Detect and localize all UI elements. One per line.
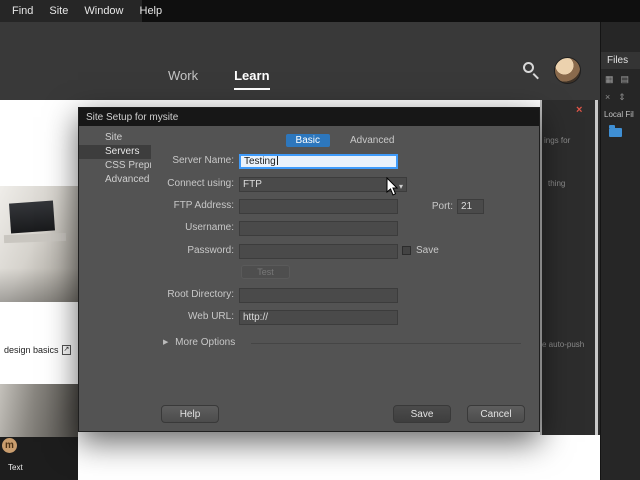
more-options-label: More Options	[175, 337, 235, 348]
search-icon[interactable]	[523, 62, 534, 73]
page-photo-keyboard	[0, 384, 78, 437]
app-menubar: Find Site Window Help	[0, 0, 640, 22]
connect-using-label: Connect using:	[99, 177, 234, 191]
laptop-base-shape	[4, 233, 66, 243]
username-input[interactable]	[239, 221, 398, 236]
menubar-items: Find Site Window Help	[0, 0, 142, 22]
panel-list-icon[interactable]: ▤	[621, 74, 630, 85]
more-options-toggle[interactable]: ▶ More Options	[163, 337, 235, 348]
panel-grid-icon[interactable]: ▦	[605, 74, 614, 85]
port-input[interactable]	[457, 199, 484, 214]
save-password-checkbox[interactable]	[402, 246, 411, 255]
local-files-label: Local Fil	[604, 110, 640, 119]
panel-edge	[540, 100, 542, 435]
server-name-value: Testing	[244, 156, 276, 167]
site-logo: m	[2, 438, 17, 453]
help-button[interactable]: Help	[161, 405, 219, 423]
dialog-title: Site Setup for mysite	[86, 112, 178, 123]
ftp-address-label: FTP Address:	[99, 199, 234, 213]
menu-find[interactable]: Find	[0, 5, 41, 17]
text-caret	[277, 156, 278, 165]
divider	[251, 343, 521, 344]
port-label: Port:	[409, 199, 453, 214]
laptop-screen-shape	[9, 201, 55, 234]
save-button[interactable]: Save	[393, 405, 451, 423]
dialog-sidebar: Site Servers CSS Prepro Advanced	[79, 126, 151, 431]
connect-using-select[interactable]: FTP ▾	[239, 177, 407, 192]
password-input[interactable]	[239, 244, 398, 259]
avatar[interactable]	[554, 57, 581, 84]
menu-site[interactable]: Site	[41, 5, 76, 17]
panel-expand-icon[interactable]: ⇕	[618, 92, 626, 103]
root-directory-label: Root Directory:	[99, 288, 234, 302]
disclosure-triangle-icon: ▶	[163, 339, 168, 346]
screen: Find Site Window Help Work Learn design …	[0, 0, 640, 480]
panel-text-fragment: thing	[548, 179, 565, 188]
site-setup-dialog: Site Setup for mysite Site Servers CSS P…	[78, 107, 540, 432]
panel-text-fragment: e auto-push	[542, 340, 584, 349]
root-directory-input[interactable]	[239, 288, 398, 303]
server-name-label: Server Name:	[99, 154, 234, 168]
files-panel: Files ▦ ▤ × ⇕ Local Fil	[600, 22, 640, 480]
panel-close-icon[interactable]: ×	[576, 104, 582, 116]
dialog-titlebar[interactable]: Site Setup for mysite	[79, 108, 539, 126]
menu-help[interactable]: Help	[132, 5, 171, 17]
page-photo-laptop	[0, 186, 78, 302]
test-button[interactable]: Test	[241, 265, 290, 279]
password-label: Password:	[99, 244, 234, 258]
folder-icon[interactable]	[609, 128, 622, 137]
start-screen-header: Work Learn	[0, 22, 600, 100]
web-url-label: Web URL:	[99, 310, 234, 324]
header-tabs: Work Learn	[168, 68, 270, 90]
connect-using-value: FTP	[243, 179, 262, 190]
text-section-label: Text	[8, 463, 23, 472]
tab-basic[interactable]: Basic	[286, 134, 330, 147]
cancel-button[interactable]: Cancel	[467, 405, 525, 423]
ftp-address-input[interactable]	[239, 199, 398, 214]
design-basics-link[interactable]: design basics ↗	[4, 345, 71, 355]
design-basics-label: design basics	[4, 345, 59, 355]
external-link-icon: ↗	[62, 345, 72, 355]
panel-close-icon[interactable]: ×	[605, 92, 610, 103]
web-url-input[interactable]	[239, 310, 398, 325]
scrollbar[interactable]	[595, 100, 598, 435]
page-footer-strip: m Text	[0, 437, 78, 480]
panel-text-fragment: ings for	[544, 136, 570, 145]
menu-window[interactable]: Window	[76, 5, 131, 17]
tab-advanced[interactable]: Advanced	[340, 134, 404, 147]
sidebar-item-site[interactable]: Site	[79, 131, 151, 145]
server-mode-tabs: Basic Advanced	[151, 134, 539, 147]
username-label: Username:	[99, 221, 234, 235]
background-panel: ings for thing e auto-push ×	[540, 100, 600, 435]
files-panel-tab[interactable]: Files	[601, 52, 640, 69]
panel-icon-row: ▦ ▤	[605, 74, 629, 85]
server-name-input[interactable]: Testing	[239, 154, 398, 169]
save-password-label: Save	[416, 244, 439, 258]
tab-learn[interactable]: Learn	[234, 68, 269, 90]
panel-icon-row: × ⇕	[605, 92, 626, 103]
photo-shadow	[0, 268, 78, 302]
tab-work[interactable]: Work	[168, 68, 198, 90]
mouse-cursor-icon	[386, 177, 400, 197]
